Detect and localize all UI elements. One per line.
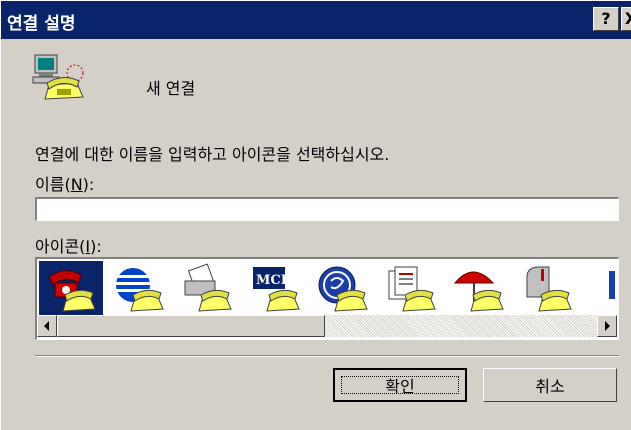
help-button[interactable]: ? xyxy=(593,7,619,31)
window-title: 연결 설명 xyxy=(7,14,76,34)
icon-option-documents[interactable] xyxy=(379,261,443,315)
mci-logo-text: MCI xyxy=(256,273,287,288)
icon-label-suffix: ): xyxy=(90,237,102,256)
globe-stripes-icon xyxy=(116,268,164,312)
connection-name-display: 새 연결 xyxy=(146,79,196,98)
icon-option-mailbox[interactable] xyxy=(515,261,579,315)
ok-button[interactable]: 확인 xyxy=(333,368,467,402)
icon-option-fax[interactable] xyxy=(175,261,239,315)
icon-label: 아이콘(I): xyxy=(35,233,102,257)
close-button[interactable]: X xyxy=(621,7,631,31)
icon-option-partial[interactable] xyxy=(583,261,618,315)
arrow-right-icon xyxy=(605,321,610,331)
horizontal-scrollbar[interactable] xyxy=(37,315,617,337)
icon-option-ge[interactable] xyxy=(311,261,375,315)
partial-icon xyxy=(609,271,615,299)
red-phone-icon xyxy=(48,270,96,312)
name-label-suffix: ): xyxy=(82,175,95,194)
phone-computer-icon xyxy=(31,53,89,103)
separator xyxy=(35,355,619,357)
icon-option-mci[interactable]: MCI xyxy=(243,261,307,315)
icon-strip: MCI xyxy=(37,259,618,315)
mci-logo-icon: MCI xyxy=(253,267,300,312)
name-label-prefix: 이름( xyxy=(35,175,71,194)
connection-description-dialog: 연결 설명 ? X 새 연결 연결에 대한 이름을 입력하고 아이콘을 선택하십… xyxy=(0,0,631,430)
umbrella-phone-icon xyxy=(453,271,504,312)
scroll-left-button[interactable] xyxy=(37,315,57,337)
ge-logo-icon xyxy=(318,266,368,312)
scroll-right-button[interactable] xyxy=(597,315,617,337)
icon-option-umbrella[interactable] xyxy=(447,261,511,315)
arrow-left-icon xyxy=(44,321,49,331)
name-label-accesskey: N xyxy=(70,175,83,194)
scroll-thumb[interactable] xyxy=(57,315,325,337)
icon-list[interactable]: MCI xyxy=(35,257,619,340)
name-input[interactable] xyxy=(35,197,619,221)
icon-option-red-phone[interactable] xyxy=(39,261,103,315)
fax-phone-icon xyxy=(184,263,232,312)
icon-label-prefix: 아이콘( xyxy=(35,237,86,256)
mailbox-phone-icon xyxy=(526,266,572,312)
title-bar[interactable]: 연결 설명 ? X xyxy=(1,1,631,39)
icon-option-globe[interactable] xyxy=(107,261,171,315)
documents-phone-icon xyxy=(388,266,436,312)
name-label: 이름(N): xyxy=(35,171,94,195)
cancel-button[interactable]: 취소 xyxy=(483,368,617,402)
instruction-text: 연결에 대한 이름을 입력하고 아이콘을 선택하십시오. xyxy=(35,145,390,164)
